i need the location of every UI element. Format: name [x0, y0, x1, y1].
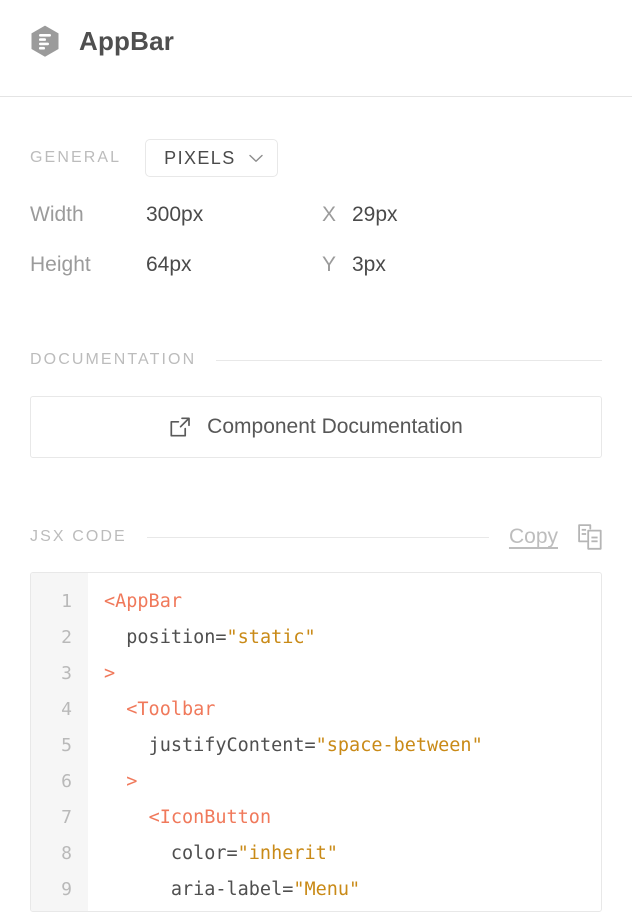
code-line: <IconButton	[104, 800, 595, 836]
code-token: <AppBar	[104, 591, 182, 612]
code-content: <AppBar position="static" > <Toolbar just…	[88, 573, 601, 911]
hexagon-appbar-icon	[30, 25, 60, 58]
code-token: justifyContent=	[149, 735, 316, 756]
code-line-number: 7	[31, 800, 88, 836]
documentation-label: DOCUMENTATION	[30, 351, 196, 369]
code-line: <Toolbar	[104, 692, 595, 728]
code-token: position=	[126, 627, 226, 648]
jsx-section-header: JSX CODE Copy	[0, 524, 632, 550]
divider	[216, 360, 602, 361]
documentation-section-header: DOCUMENTATION	[0, 351, 632, 369]
code-token: >	[104, 663, 115, 684]
dimensions-grid: Width 300px X 29px Height 64px Y 3px	[0, 203, 632, 303]
page-title: AppBar	[79, 26, 174, 57]
code-line-number: 9	[31, 872, 88, 908]
width-label: Width	[30, 203, 146, 227]
code-line: justifyContent="space-between"	[104, 728, 595, 764]
unit-select-value: PIXELS	[164, 148, 235, 169]
dimension-row-height: Height 64px Y 3px	[30, 253, 602, 303]
code-line-number: 4	[31, 692, 88, 728]
code-token: "Menu"	[293, 879, 360, 900]
external-link-icon	[169, 416, 191, 438]
dimension-row-width: Width 300px X 29px	[30, 203, 602, 253]
general-section-header: GENERAL PIXELS	[0, 139, 632, 177]
unit-select[interactable]: PIXELS	[145, 139, 277, 177]
code-token: "space-between"	[316, 735, 483, 756]
code-token: >	[126, 771, 137, 792]
height-label: Height	[30, 253, 146, 277]
code-line-number: 8	[31, 836, 88, 872]
code-line: >	[104, 656, 595, 692]
code-line-number: 1	[31, 584, 88, 620]
code-token: <Toolbar	[126, 699, 215, 720]
divider	[147, 537, 489, 538]
code-line-number: 3	[31, 656, 88, 692]
code-line: position="static"	[104, 620, 595, 656]
component-documentation-label: Component Documentation	[207, 415, 463, 439]
copy-icon[interactable]	[578, 524, 602, 550]
jsx-code-block[interactable]: 123456789 <AppBar position="static" > <To…	[30, 572, 602, 912]
code-token: aria-label=	[171, 879, 294, 900]
general-label: GENERAL	[30, 149, 121, 167]
height-value: 64px	[146, 253, 322, 277]
x-value: 29px	[352, 203, 398, 227]
code-token: color=	[171, 843, 238, 864]
width-value: 300px	[146, 203, 322, 227]
code-line: >	[104, 764, 595, 800]
code-line: color="inherit"	[104, 836, 595, 872]
code-line: aria-label="Menu"	[104, 872, 595, 908]
copy-button[interactable]: Copy	[509, 525, 558, 549]
y-value: 3px	[352, 253, 386, 277]
code-line-numbers: 123456789	[31, 573, 88, 911]
code-line-number: 6	[31, 764, 88, 800]
code-token: <IconButton	[149, 807, 272, 828]
panel-header: AppBar	[0, 0, 632, 97]
code-line-number: 2	[31, 620, 88, 656]
jsx-code-label: JSX CODE	[30, 528, 127, 546]
chevron-down-icon	[249, 154, 263, 163]
component-documentation-button[interactable]: Component Documentation	[30, 396, 602, 458]
code-token: "inherit"	[238, 843, 338, 864]
x-label: X	[322, 203, 352, 227]
y-label: Y	[322, 253, 352, 277]
code-line-number: 5	[31, 728, 88, 764]
code-line: <AppBar	[104, 584, 595, 620]
code-token: "static"	[227, 627, 316, 648]
